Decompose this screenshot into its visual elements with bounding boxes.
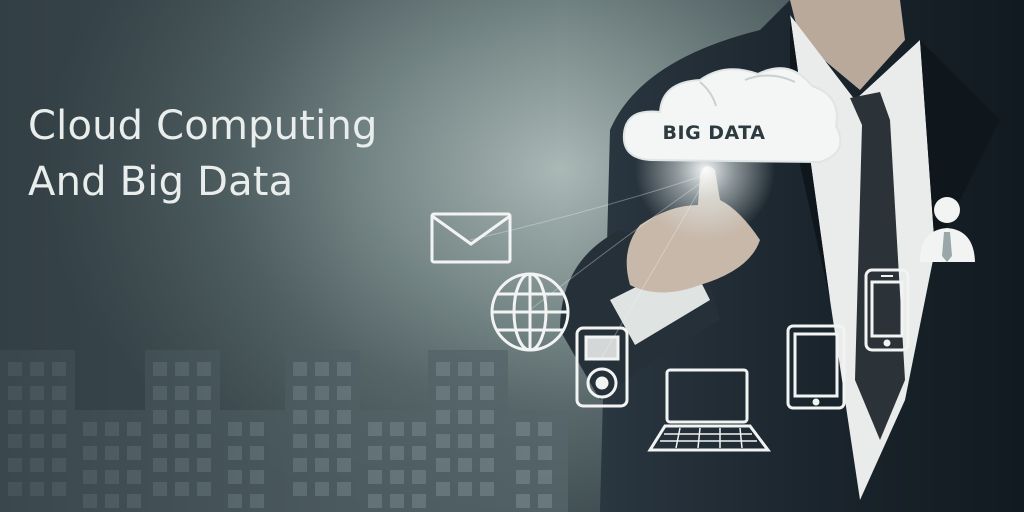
laptop-icon (647, 368, 771, 452)
hero-banner: BIG DATA Cloud Computing And Big Data (0, 0, 1024, 512)
media-player-icon (575, 326, 629, 408)
globe-icon (490, 272, 570, 352)
big-data-cloud: BIG DATA (622, 67, 842, 164)
envelope-icon (430, 212, 512, 264)
tablet-icon (786, 324, 846, 410)
smartphone-icon (864, 268, 910, 352)
page-title: Cloud Computing And Big Data (28, 98, 378, 210)
cloud-label: BIG DATA (663, 122, 766, 144)
title-line-1: Cloud Computing (28, 103, 378, 149)
user-icon (920, 197, 975, 262)
title-line-2: And Big Data (28, 159, 294, 205)
device-icons: BIG DATA (430, 67, 975, 452)
